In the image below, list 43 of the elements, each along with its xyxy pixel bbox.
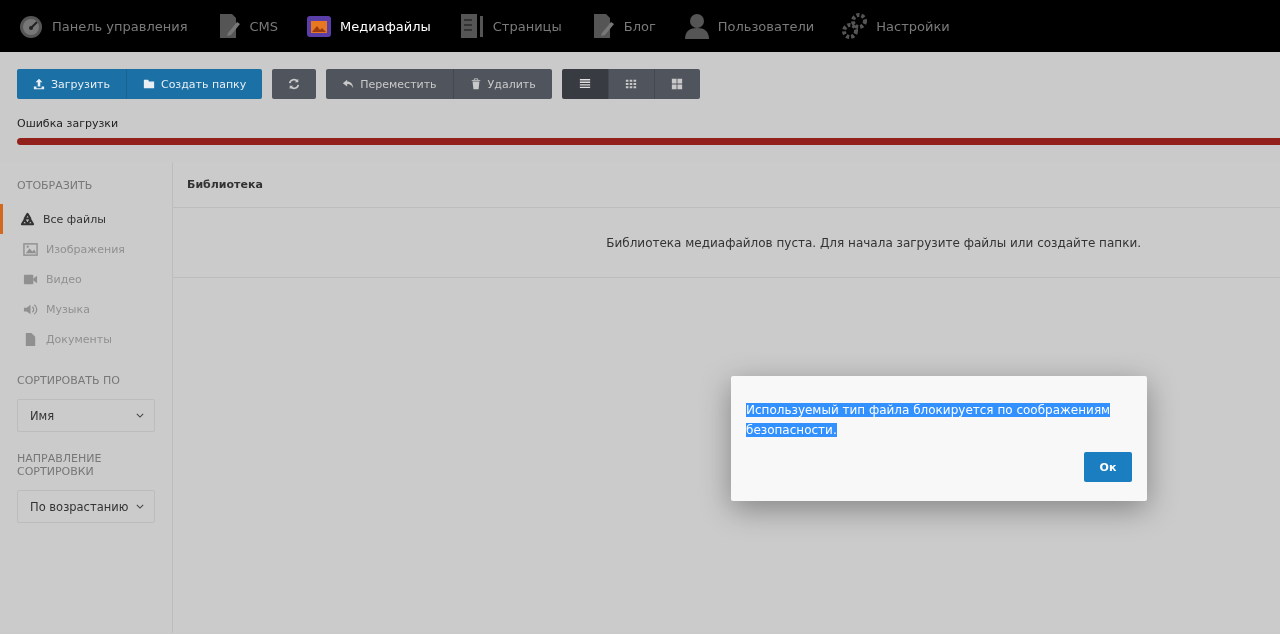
upload-status-label: Ошибка загрузки: [17, 117, 120, 130]
view-mode-button[interactable]: [607, 69, 654, 99]
chevron-down-icon: [136, 413, 144, 418]
list-icon: [578, 78, 591, 90]
chevron-down-icon: [136, 504, 144, 509]
sort-direction-dropdown[interactable]: По возрастанию: [17, 490, 155, 523]
sidebar-heading: СОРТИРОВАТЬ ПО: [16, 374, 121, 387]
toolbar-button[interactable]: Загрузить: [17, 69, 126, 99]
checklist-icon: [458, 13, 485, 39]
refresh-button[interactable]: [272, 69, 317, 99]
filter-item[interactable]: Все файлы: [0, 204, 172, 234]
reply-all-icon: [342, 78, 355, 90]
sort-dropdown[interactable]: Имя: [17, 399, 155, 432]
nav-item[interactable]: CMS: [215, 13, 279, 39]
toolbar-button[interactable]: Создать папку: [125, 69, 263, 99]
nav-item[interactable]: Панель управления: [18, 13, 188, 39]
toolbar-button[interactable]: Переместить: [326, 69, 453, 99]
tiles-icon: [671, 78, 684, 90]
grid-icon: [625, 78, 638, 90]
ok-button[interactable]: Ок: [1084, 452, 1132, 482]
view-mode-button[interactable]: [561, 69, 608, 99]
nav-item[interactable]: Настройки: [842, 13, 950, 39]
library-title: Библиотека: [187, 178, 263, 191]
view-mode-button[interactable]: [653, 69, 700, 99]
dialog-message: Используемый тип файла блокируется по соображениям безопасности.: [746, 402, 1112, 439]
nav-item[interactable]: Блог: [589, 13, 656, 39]
nav-item[interactable]: Страницы: [458, 13, 562, 39]
file-icon: [23, 331, 38, 347]
trash-icon: [469, 78, 482, 90]
sidebar-heading: ОТОБРАЗИТЬ: [16, 179, 94, 192]
folder-icon: [142, 78, 155, 90]
sidebar-heading: НАПРАВЛЕНИЕ СОРТИРОВКИ: [16, 452, 103, 478]
upload-icon: [33, 78, 45, 90]
user-icon: [683, 13, 710, 39]
gauge-icon: [18, 13, 44, 39]
nav-item[interactable]: Пользователи: [683, 13, 815, 39]
refresh-icon: [288, 78, 301, 90]
nav-item[interactable]: Медиафайлы: [306, 13, 431, 39]
picture-icon: [306, 13, 333, 39]
image-icon: [23, 241, 38, 257]
toolbar-button[interactable]: Удалить: [452, 69, 552, 99]
speaker-icon: [23, 301, 38, 317]
empty-library-message: Библиотека медиафайлов пуста. Для начала загрузите файлы или создайте папки.: [606, 235, 1141, 250]
